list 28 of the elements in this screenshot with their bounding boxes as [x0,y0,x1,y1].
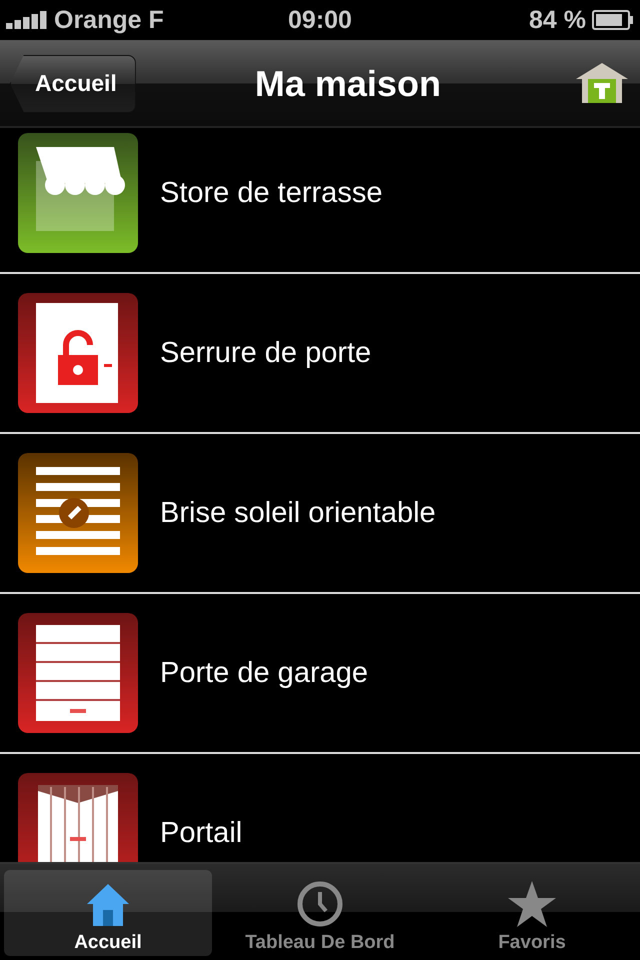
garage-icon [18,613,138,733]
lock-icon [18,293,138,413]
item-label: Portail [160,816,242,850]
tab[interactable]: Favoris [428,870,636,956]
item-label: Serrure de porte [160,336,372,370]
gate-icon [18,773,138,862]
list-item[interactable]: Brise soleil orientable [0,434,640,594]
back-button[interactable]: Accueil [10,54,136,112]
list-item[interactable]: Serrure de porte [0,274,640,434]
status-time: 09:00 [288,6,352,34]
list-item[interactable]: Store de terrasse [0,128,640,274]
page-title: Ma maison [254,62,442,104]
clock-icon [296,880,344,928]
battery-percent: 84 % [529,6,586,34]
tab[interactable]: Accueil [4,870,212,956]
awning-icon [18,133,138,253]
signal-icon [6,11,48,29]
tab[interactable]: Tableau De Bord [216,870,424,956]
item-label: Store de terrasse [160,176,382,210]
carrier-name: Orange F [54,6,164,34]
home-icon [85,882,131,928]
battery-icon [592,10,634,30]
house-logo-icon[interactable] [576,63,628,103]
item-label: Porte de garage [160,656,368,690]
blinds-icon [18,453,138,573]
item-label: Brise soleil orientable [160,496,436,530]
list-item[interactable]: Porte de garage [0,594,640,754]
star-icon [507,880,557,928]
